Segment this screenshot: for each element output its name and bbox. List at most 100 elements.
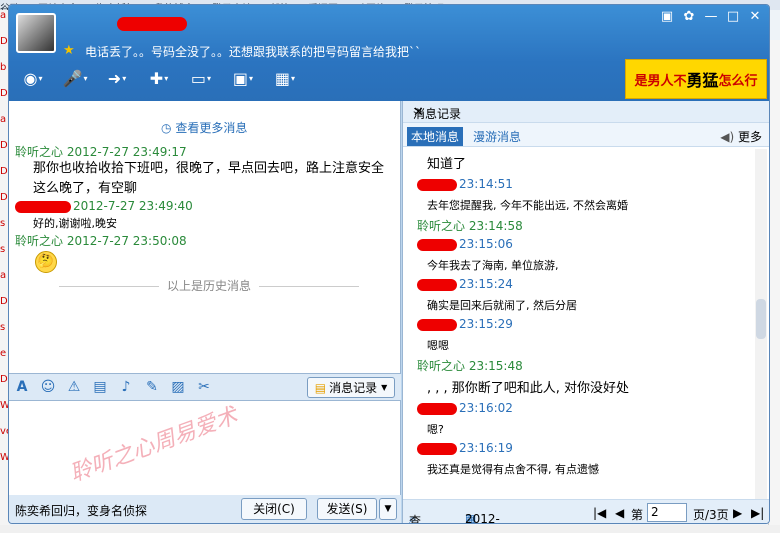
send-button[interactable]: 发送(S) [317, 498, 377, 520]
doodle-icon[interactable]: ✎ [139, 376, 165, 398]
history-message: , , , 那你断了吧和此人, 对你没好处 [427, 381, 630, 396]
history-time-value: 23:15:06 [459, 237, 513, 251]
screenshot-icon[interactable]: ✂ [191, 376, 217, 398]
video-call-icon[interactable]: ◉ ▾ [15, 65, 51, 91]
background-page-bottom [0, 525, 780, 533]
apps-icon[interactable]: ▦ ▾ [267, 65, 303, 91]
close-button[interactable]: 关闭(C) [241, 498, 307, 520]
next-page-icon[interactable]: ▶ [733, 506, 742, 520]
chevron-down-icon[interactable]: ▾ [164, 74, 168, 83]
view-more-label: 查看更多消息 [175, 121, 248, 135]
redacted-sender [15, 200, 71, 213]
history-message: 去年您提醒我, 今年不能出远, 不然会离婚 [427, 199, 628, 212]
avatar[interactable] [16, 13, 56, 53]
message-header: 聆听之心 2012-7-27 23:49:17 [15, 143, 187, 160]
star-icon: ★ [63, 43, 75, 58]
share-screen-icon[interactable]: ▣ ▾ [225, 65, 261, 91]
emoji-icon[interactable]: ☺ [35, 376, 61, 398]
app-icon[interactable]: ✿ [681, 9, 697, 24]
chevron-down-icon[interactable]: ▾ [249, 74, 253, 83]
message-input[interactable]: 聆听之心周易爱术 [9, 401, 401, 495]
more-label: 更多 [737, 130, 762, 144]
chevron-down-icon: ▼ [381, 383, 388, 392]
chevron-down-icon[interactable]: ▾ [38, 74, 42, 83]
font-icon[interactable]: A [9, 376, 35, 398]
page-prefix: 第 [631, 508, 644, 522]
title-bar[interactable]: ★ 电话丢了。。号码全没了。。还想跟我联系的把号码留言给我把`` ▣ ✿ — □ ✕ ◉… [9, 5, 769, 101]
message-time: 2012-7-27 23:49:40 [73, 199, 193, 213]
close-icon[interactable]: ✕ [413, 105, 764, 120]
chevron-down-icon[interactable]: ▾ [83, 74, 87, 83]
transfer-file-icon-glyph: ➜ [107, 68, 122, 88]
history-time: 23:16:19 [417, 441, 513, 455]
history-time-value: 23:14:51 [459, 177, 513, 191]
main-toolbar: ◉ ▾ 🎤 ▾ ➜ ▾ ✚ ▾ ▭ ▾ ▣ ▾ ▦ ▾ [15, 65, 303, 91]
view-more-messages-link[interactable]: ◷ 查看更多消息 [161, 119, 247, 136]
tab-roaming-messages[interactable]: 漫游消息 [473, 128, 521, 145]
remote-assist-icon-glyph: ▭ [190, 68, 207, 88]
ad-text-pre: 是男人不 [634, 73, 687, 89]
history-sender: 聆听之心 23:14:58 [417, 219, 523, 233]
message-log-label: 消息记录 [329, 381, 378, 395]
history-time-value: 23:15:29 [459, 317, 513, 331]
skin-icon[interactable]: ▣ [659, 9, 675, 24]
apps-icon-glyph: ▦ [274, 68, 291, 88]
status-message: 电话丢了。。号码全没了。。还想跟我联系的把号码留言给我把`` [85, 45, 422, 59]
history-sender: 聆听之心 23:15:48 [417, 359, 523, 373]
window-controls: ▣ ✿ — □ ✕ [659, 9, 763, 24]
history-time-value: 23:16:02 [459, 401, 513, 415]
ad-banner[interactable]: 是男人不 勇猛 怎么行 [625, 59, 767, 99]
last-page-icon[interactable]: ▶| [751, 506, 764, 520]
ad-text-post: 怎么行 [718, 73, 758, 89]
message-log-button[interactable]: ▤ 消息记录 ▼ [307, 377, 395, 398]
history-message: 嗯嗯 [427, 339, 449, 352]
history-time: 23:15:29 [417, 317, 513, 331]
chat-messages-pane: ◷ 查看更多消息 聆听之心 2012-7-27 23:49:17 那你也收拾收拾… [9, 101, 401, 373]
close-icon[interactable]: ✕ [747, 9, 763, 24]
share-screen-icon-glyph: ▣ [232, 68, 249, 88]
history-scrollbar[interactable] [755, 149, 767, 499]
maximize-icon[interactable]: □ [725, 9, 741, 24]
voice-call-icon[interactable]: 🎤 ▾ [57, 65, 93, 91]
history-message: 知道了 [427, 157, 467, 172]
history-time: 23:16:02 [417, 401, 513, 415]
search-label: 查找 [409, 514, 422, 524]
watermark: 聆听之心周易爱术 [66, 403, 241, 488]
send-options-chevron-icon[interactable]: ▼ [379, 498, 397, 520]
create-group-icon[interactable]: ✚ ▾ [141, 65, 177, 91]
sender-name: 聆听之心 [15, 145, 64, 159]
history-tabs: 本地消息 漫游消息 ◀) 更多 [403, 123, 769, 147]
image-icon[interactable]: ▨ [165, 376, 191, 398]
speaker-icon: ◀) [720, 130, 735, 144]
chevron-down-icon[interactable]: ▾ [207, 74, 211, 83]
chevron-down-icon[interactable]: ▾ [291, 74, 295, 83]
page-number-input[interactable]: 2 [647, 503, 687, 522]
history-message: 嗯? [427, 423, 444, 436]
message-history-panel: 消息记录 ✕ 本地消息 漫游消息 ◀) 更多 知道了 23:14:51 去年您提醒我… [402, 101, 769, 524]
tab-local-messages[interactable]: 本地消息 [407, 127, 464, 146]
message-header: 2012-7-27 23:49:40 [15, 199, 193, 213]
voice-msg-icon[interactable]: ♪ [113, 376, 139, 398]
chevron-down-icon[interactable]: ▾ [122, 74, 126, 83]
remote-assist-icon[interactable]: ▭ ▾ [183, 65, 219, 91]
history-time-value: 23:16:19 [459, 441, 513, 455]
history-time: 23:14:51 [417, 177, 513, 191]
log-icon: ▤ [314, 380, 327, 395]
history-title-bar: 消息记录 ✕ [403, 101, 769, 123]
message-header: 聆听之心 2012-7-27 23:50:08 [15, 232, 187, 249]
transfer-file-icon[interactable]: ➜ ▾ [99, 65, 135, 91]
redacted-sender [417, 442, 457, 455]
footer-status-text: 陈奕希回归，变身名侦探 [15, 504, 148, 518]
more-button[interactable]: ◀) 更多 [720, 128, 762, 145]
history-message: 今年我去了海南, 单位旅游, [427, 259, 559, 272]
date-value: 2012-7-27 [465, 512, 500, 524]
gif-icon[interactable]: ▤ [87, 376, 113, 398]
prev-page-icon[interactable]: ◀ [615, 506, 624, 520]
shake-icon[interactable]: ⚠ [61, 376, 87, 398]
create-group-icon-glyph: ✚ [149, 68, 164, 88]
redacted-sender [417, 238, 457, 251]
history-time-value: 23:15:24 [459, 277, 513, 291]
minimize-icon[interactable]: — [703, 9, 719, 24]
scroll-thumb[interactable] [756, 299, 766, 339]
first-page-icon[interactable]: |◀ [593, 506, 606, 520]
